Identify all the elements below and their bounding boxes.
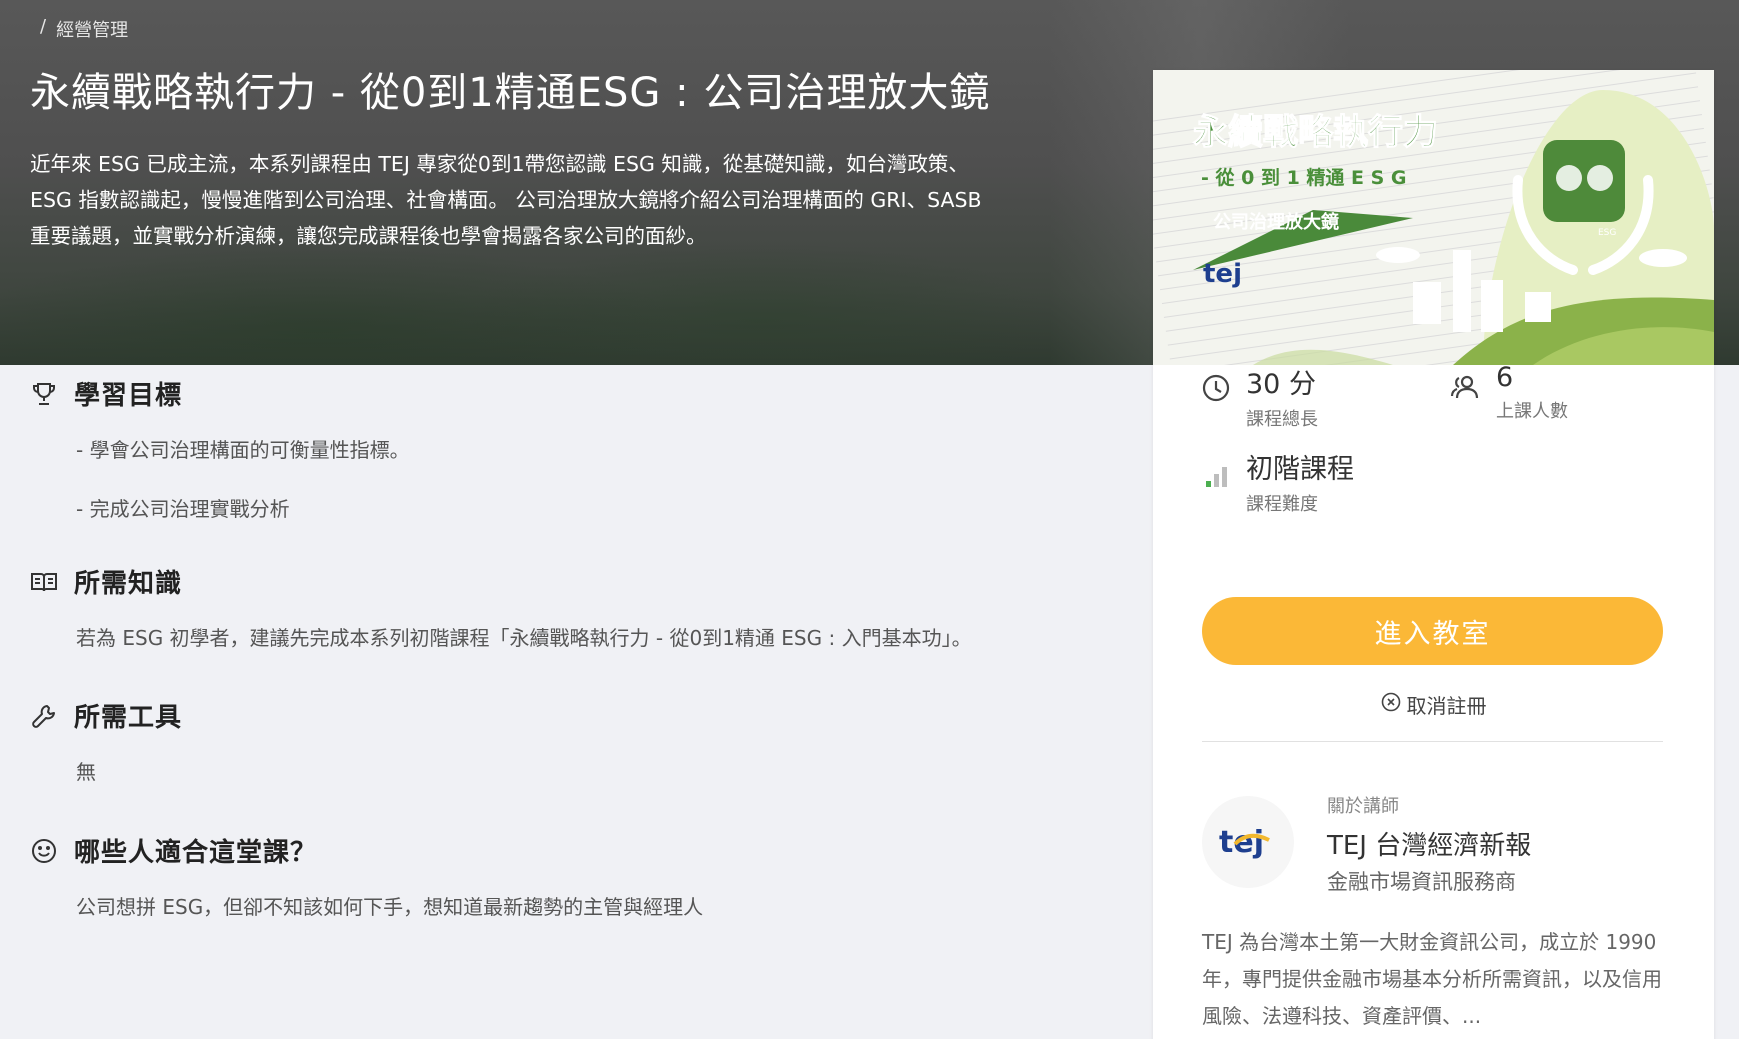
stat-level: 初階課程 課程難度 bbox=[1202, 447, 1354, 516]
section-target-audience: 哪些人適合這堂課？ 公司想拼 ESG，但卻不知該如何下手，想知道最新趨勢的主管與… bbox=[30, 832, 703, 920]
duration-label: 課程總長 bbox=[1246, 409, 1318, 430]
banner-brand-logo: tej bbox=[1203, 259, 1242, 289]
goal-item: - 完成公司治理實戰分析 bbox=[76, 497, 290, 521]
book-icon bbox=[30, 568, 58, 596]
knowledge-text: 若為 ESG 初學者，建議先完成本系列初階課程「永續戰略執行力 - 從0到1精通… bbox=[76, 626, 972, 650]
unenroll-label: 取消註冊 bbox=[1406, 694, 1487, 718]
banner-tag: 公司治理放大鏡 bbox=[1213, 211, 1339, 233]
instructor-logo-text: tej bbox=[1219, 825, 1264, 860]
banner-badge: ESG bbox=[1598, 228, 1616, 238]
level-value: 初階課程 bbox=[1246, 454, 1354, 485]
audience-text: 公司想拼 ESG，但卻不知該如何下手，想知道最新趨勢的主管與經理人 bbox=[76, 895, 704, 919]
instructor-bio: TEJ 為台灣本土第一大財金資訊公司，成立於 1990 年，專門提供金融市場基本… bbox=[1202, 930, 1662, 1028]
goal-item: - 學會公司治理構面的可衡量性指標。 bbox=[76, 438, 410, 462]
section-learning-goals: 學習目標 - 學會公司治理構面的可衡量性指標。 - 完成公司治理實戰分析 bbox=[30, 375, 410, 522]
clock-icon bbox=[1202, 374, 1230, 431]
instructor-name[interactable]: TEJ 台灣經濟新報 bbox=[1327, 825, 1531, 862]
breadcrumb-separator: / bbox=[40, 16, 47, 37]
level-label: 課程難度 bbox=[1246, 494, 1318, 515]
section-required-knowledge: 所需知識 若為 ESG 初學者，建議先完成本系列初階課程「永續戰略執行力 - 從… bbox=[30, 563, 972, 651]
breadcrumb-category-link[interactable]: 經營管理 bbox=[56, 16, 128, 42]
wrench-icon bbox=[30, 702, 58, 730]
course-banner: 永續戰略執行力 - 從 0 到 1 精通 E S G 公司治理放大鏡 tej E… bbox=[1153, 70, 1714, 365]
students-label: 上課人數 bbox=[1496, 401, 1568, 422]
page-title: 永續戰略執行力 - 從0到1精通ESG : 公司治理放大鏡 bbox=[30, 70, 991, 116]
stat-duration: 30 分 課程總長 bbox=[1202, 362, 1318, 431]
section-required-tools: 所需工具 無 bbox=[30, 697, 182, 785]
unenroll-link[interactable]: 取消註冊 bbox=[1153, 690, 1714, 719]
breadcrumb: / 經營管理 bbox=[40, 16, 128, 42]
smile-icon bbox=[30, 837, 58, 865]
section-title: 哪些人適合這堂課？ bbox=[74, 838, 318, 868]
signal-bars-icon bbox=[1202, 461, 1230, 516]
course-info-card: 永續戰略執行力 - 從 0 到 1 精通 E S G 公司治理放大鏡 tej E… bbox=[1153, 70, 1714, 1039]
banner-subtitle: - 從 0 到 1 精通 E S G bbox=[1201, 166, 1407, 189]
stat-students: 6 上課人數 bbox=[1450, 362, 1568, 423]
enter-classroom-button[interactable]: 進入教室 bbox=[1202, 597, 1663, 665]
instructor-avatar[interactable]: tej bbox=[1202, 796, 1294, 888]
instructor-caption: 關於講師 bbox=[1327, 796, 1399, 817]
banner-title: 永續戰略執行力 bbox=[1193, 113, 1438, 153]
course-description: 近年來 ESG 已成主流，本系列課程由 TEJ 專家從0到1帶您認識 ESG 知… bbox=[30, 152, 982, 248]
tools-text: 無 bbox=[76, 760, 96, 784]
trophy-icon bbox=[30, 380, 58, 408]
duration-value: 30 分 bbox=[1246, 369, 1316, 400]
instructor-role: 金融市場資訊服務商 bbox=[1327, 870, 1516, 894]
users-icon bbox=[1450, 374, 1480, 423]
section-title: 所需知識 bbox=[74, 569, 183, 599]
students-value: 6 bbox=[1496, 362, 1514, 393]
section-title: 學習目標 bbox=[74, 381, 183, 411]
divider bbox=[1202, 741, 1663, 742]
close-circle-icon bbox=[1381, 692, 1401, 717]
section-title: 所需工具 bbox=[74, 703, 183, 733]
